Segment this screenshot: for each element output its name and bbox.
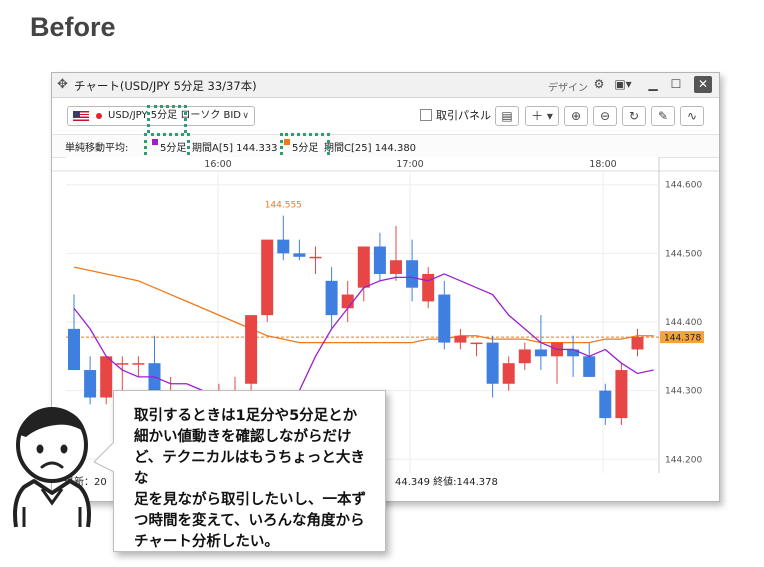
candle-body	[325, 280, 338, 316]
candle-body	[390, 260, 402, 274]
candle-body	[599, 390, 612, 419]
crosshair-icon[interactable]: ＋ ▾	[525, 106, 559, 126]
pencil-icon[interactable]: ✎	[651, 106, 675, 126]
candle-body	[373, 246, 386, 274]
candle-body	[116, 363, 129, 365]
candle-body	[309, 256, 322, 259]
candle-body	[422, 273, 435, 302]
candle-body	[615, 370, 628, 419]
candle-body	[502, 363, 515, 384]
trade-panel-label[interactable]: 取引パネル	[436, 107, 491, 123]
us-flag-icon	[73, 111, 89, 121]
candle-body	[438, 294, 451, 343]
y-tick-label: 144.300	[665, 387, 702, 397]
minimize-icon[interactable]: ▁	[646, 76, 660, 93]
candle-body	[406, 260, 419, 288]
refresh-icon[interactable]: ↻	[622, 106, 646, 126]
ma1-value: 期間A[5] 144.333	[192, 143, 278, 154]
candle-body	[68, 328, 80, 371]
indicator-icon[interactable]: ∿	[680, 106, 704, 126]
bubble-text: 取引するときは1足分や5分足とか 細かい値動きを確認しながらだけ ど、テクニカル…	[134, 408, 366, 550]
trade-panel-checkbox[interactable]	[420, 109, 432, 121]
page-heading: Before	[30, 12, 116, 42]
candle-body	[277, 239, 290, 254]
close-icon[interactable]: ✕	[694, 76, 712, 93]
candle-body	[470, 342, 483, 345]
candle-body	[261, 239, 274, 316]
window-menu-icon[interactable]: ▣▾	[613, 76, 633, 93]
move-icon[interactable]: ✥	[57, 77, 68, 92]
design-label[interactable]: デザイン	[548, 79, 588, 94]
candle-body	[293, 253, 306, 257]
candle-body	[631, 337, 644, 350]
y-tick-label: 144.500	[665, 249, 702, 259]
zoom-out-icon[interactable]: ⊖	[593, 106, 617, 126]
footer-close: 44.349 終値:144.378	[395, 477, 498, 488]
person-icon	[13, 407, 91, 528]
candle-body	[245, 315, 258, 384]
live-dot-icon	[96, 113, 102, 119]
x-tick-label: 18:00	[589, 159, 616, 170]
ma-label: 単純移動平均:	[65, 143, 129, 154]
chart-settings-icon[interactable]: ▤	[495, 106, 519, 126]
x-tick-label: 17:00	[396, 159, 423, 170]
maximize-icon[interactable]: ☐	[669, 76, 683, 93]
gear-icon[interactable]: ⚙	[592, 76, 606, 93]
high-annotation: 144.555	[265, 201, 302, 211]
zoom-in-icon[interactable]: ⊕	[564, 106, 588, 126]
y-tick-label: 144.400	[665, 318, 702, 328]
candle-body	[100, 356, 113, 398]
ma2-value: 期間C[25] 144.380	[324, 143, 417, 154]
candle-body	[132, 363, 145, 365]
window-title: チャート(USD/JPY 5分足 33/37本)	[74, 79, 257, 93]
candle-body	[357, 246, 370, 288]
x-tick-label: 16:00	[204, 159, 231, 170]
candle-body	[341, 294, 354, 309]
y-tick-label: 144.600	[665, 181, 702, 191]
candle-body	[534, 349, 547, 357]
candle-body	[84, 370, 97, 398]
y-tick-label: 144.200	[665, 455, 702, 465]
current-price-label: 144.378	[664, 334, 701, 344]
candle-body	[518, 349, 531, 364]
window-titlebar[interactable]: ✥ チャート(USD/JPY 5分足 33/37本) デザイン ⚙ ▣▾ ▁ ☐…	[52, 73, 719, 98]
candle-body	[583, 356, 596, 377]
candle-body	[567, 349, 580, 357]
candle-body	[486, 342, 499, 384]
candle-body	[454, 335, 467, 343]
chevron-down-icon: ∨	[242, 111, 249, 121]
